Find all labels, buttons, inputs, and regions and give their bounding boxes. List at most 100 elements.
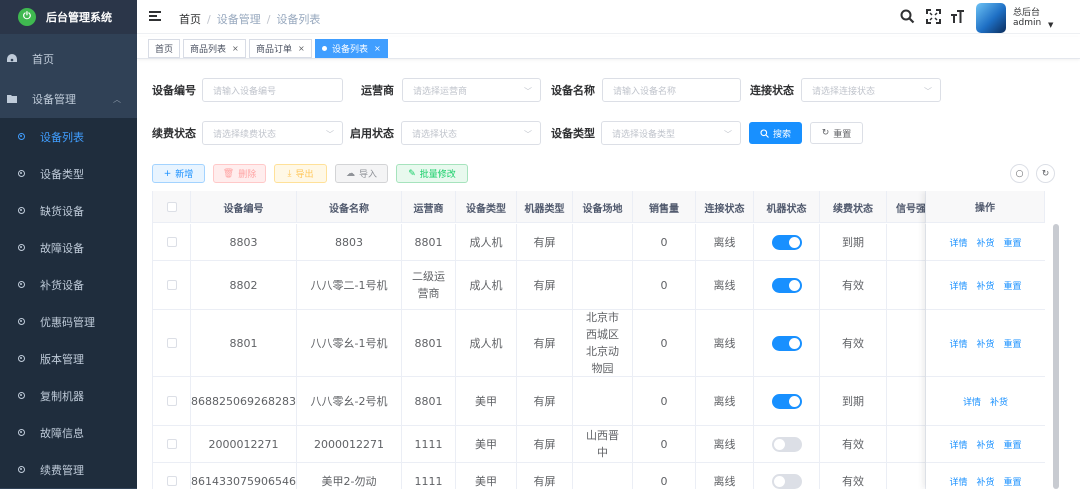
user-role[interactable]: admin — [1013, 18, 1041, 28]
row-op-link[interactable]: 详情 — [949, 438, 967, 451]
user-name[interactable]: 总后台 — [1013, 5, 1040, 18]
renewal-status-select[interactable]: 请选择续费状态 ﹀ — [202, 121, 343, 145]
chevron-down-icon: ﹀ — [724, 130, 732, 139]
refresh-button[interactable]: ↻ — [1036, 164, 1055, 183]
switch-knob — [788, 337, 800, 349]
row-checkbox-cell[interactable] — [153, 310, 191, 376]
row-op-link[interactable]: 详情 — [949, 337, 967, 350]
row-checkbox[interactable] — [166, 280, 177, 290]
machine-status-switch[interactable] — [771, 436, 802, 452]
import-button[interactable]: ☁ 导入 — [335, 164, 388, 183]
row-op-link[interactable]: 详情 — [949, 236, 967, 249]
machine-status-switch[interactable] — [771, 473, 802, 489]
sidebar-subitem-renewal-management[interactable]: 续费管理 — [0, 451, 137, 488]
row-op-link[interactable]: 补货 — [976, 279, 994, 292]
sidebar-subitem-device-types[interactable]: 设备类型 — [0, 155, 137, 192]
row-op-link[interactable]: 重置 — [1004, 279, 1022, 292]
radio-dot-icon — [18, 392, 25, 399]
machine-status-switch[interactable] — [771, 234, 802, 250]
row-checkbox-cell[interactable] — [153, 377, 191, 425]
sidebar-subitem-fault-info[interactable]: 故障信息 — [0, 414, 137, 451]
sidebar-subitem-out-of-stock[interactable]: 缺货设备 — [0, 192, 137, 229]
fullscreen-icon[interactable] — [926, 9, 941, 24]
row-op-link[interactable]: 补货 — [976, 475, 994, 488]
row-op-link[interactable]: 补货 — [976, 438, 994, 451]
row-op-link[interactable]: 重置 — [1004, 337, 1022, 350]
cell-machine-type: 有屏 — [517, 463, 573, 489]
caret-down-icon[interactable]: ▼ — [1048, 21, 1053, 29]
device-name-input[interactable]: 请输入设备名称 — [602, 78, 741, 102]
connection-status-select[interactable]: 请选择连接状态 ﹀ — [801, 78, 941, 102]
row-checkbox-cell[interactable] — [153, 224, 191, 260]
row-operations: 详情 补货 重置 — [926, 463, 1045, 489]
tag-label: 商品订单 — [256, 45, 293, 55]
device-type-select[interactable]: 请选择设备类型 ﹀ — [601, 121, 741, 145]
chevron-down-icon: ﹀ — [524, 130, 532, 139]
row-op-link[interactable]: 重置 — [1004, 438, 1022, 451]
row-op-link[interactable]: 详情 — [949, 279, 967, 292]
tag-home[interactable]: 首页 — [148, 39, 181, 58]
row-operations: 详情 补货 重置 — [926, 261, 1045, 310]
search-icon[interactable] — [900, 9, 915, 24]
row-checkbox[interactable] — [166, 476, 177, 486]
close-icon[interactable]: × — [232, 44, 239, 53]
row-op-link[interactable]: 补货 — [976, 337, 994, 350]
breadcrumb-device-management[interactable]: 设备管理 — [217, 13, 261, 26]
tag-device-list[interactable]: 设备列表 × — [315, 39, 388, 58]
reset-button[interactable]: ↻ 重置 — [810, 122, 863, 144]
row-op-link[interactable]: 补货 — [990, 395, 1008, 408]
row-op-link[interactable]: 详情 — [963, 395, 981, 408]
row-checkbox[interactable] — [166, 338, 177, 348]
search-button[interactable]: 搜索 — [749, 122, 802, 144]
tag-product-list[interactable]: 商品列表 × — [183, 39, 246, 58]
placeholder: 请选择连接状态 — [812, 86, 876, 97]
device-number-input[interactable]: 请输入设备编号 — [202, 78, 343, 102]
operator-select[interactable]: 请选择运营商 ﹀ — [402, 78, 541, 102]
select-all-checkbox[interactable] — [166, 202, 177, 212]
row-op-link[interactable]: 重置 — [1004, 236, 1022, 249]
breadcrumb-current: 设备列表 — [276, 13, 321, 26]
sidebar-subitem-restock-devices[interactable]: 补货设备 — [0, 266, 137, 303]
hamburger-menu-icon[interactable] — [149, 11, 161, 22]
close-icon[interactable]: × — [298, 44, 305, 53]
machine-status-switch[interactable] — [771, 393, 802, 409]
placeholder: 请输入设备名称 — [613, 86, 677, 97]
toggle-search-button[interactable]: ○ — [1010, 164, 1029, 183]
row-checkbox-cell[interactable] — [153, 463, 191, 489]
add-button[interactable]: + 新增 — [152, 164, 205, 183]
font-size-icon[interactable] — [950, 9, 965, 24]
app-logo[interactable]: ⏻ 后台管理系统 — [0, 0, 137, 34]
batch-edit-button[interactable]: ✎ 批量修改 — [396, 164, 468, 183]
sidebar-subitem-device-list[interactable]: 设备列表 — [0, 118, 137, 155]
sidebar-subitem-copy-machine[interactable]: 复制机器 — [0, 377, 137, 414]
sidebar-item-device-management[interactable]: 设备管理 ︿ — [0, 80, 137, 117]
row-checkbox[interactable] — [166, 237, 177, 247]
row-checkbox[interactable] — [166, 439, 177, 449]
sidebar-item-label: 补货设备 — [40, 278, 84, 292]
cell-signal — [887, 426, 926, 462]
vertical-scrollbar[interactable] — [1053, 224, 1059, 489]
row-checkbox[interactable] — [166, 396, 177, 406]
chevron-down-icon: ﹀ — [924, 87, 932, 96]
select-all-checkbox-cell[interactable] — [153, 191, 191, 223]
sidebar-subitem-version-management[interactable]: 版本管理 — [0, 340, 137, 377]
cell-operator: 8801 — [402, 310, 456, 376]
export-button[interactable]: ⤓ 导出 — [274, 164, 327, 183]
sidebar-subitem-coupon-management[interactable]: 优惠码管理 — [0, 303, 137, 340]
breadcrumb-home[interactable]: 首页 — [179, 13, 201, 26]
close-icon[interactable]: × — [374, 44, 381, 53]
sidebar-subitem-faulty-devices[interactable]: 故障设备 — [0, 229, 137, 266]
machine-status-switch[interactable] — [771, 277, 802, 293]
machine-status-switch[interactable] — [771, 335, 802, 351]
row-op-link[interactable]: 补货 — [976, 236, 994, 249]
avatar[interactable] — [976, 3, 1006, 33]
tag-product-orders[interactable]: 商品订单 × — [249, 39, 312, 58]
enabled-status-select[interactable]: 请选择状态 ﹀ — [401, 121, 541, 145]
delete-button[interactable]: 🗑 删除 — [213, 164, 266, 183]
row-checkbox-cell[interactable] — [153, 426, 191, 462]
sidebar-item-home[interactable]: 首页 — [0, 40, 137, 77]
row-op-link[interactable]: 重置 — [1004, 475, 1022, 488]
row-op-link[interactable]: 详情 — [949, 475, 967, 488]
row-checkbox-cell[interactable] — [153, 261, 191, 309]
cell-connection: 离线 — [696, 377, 754, 425]
